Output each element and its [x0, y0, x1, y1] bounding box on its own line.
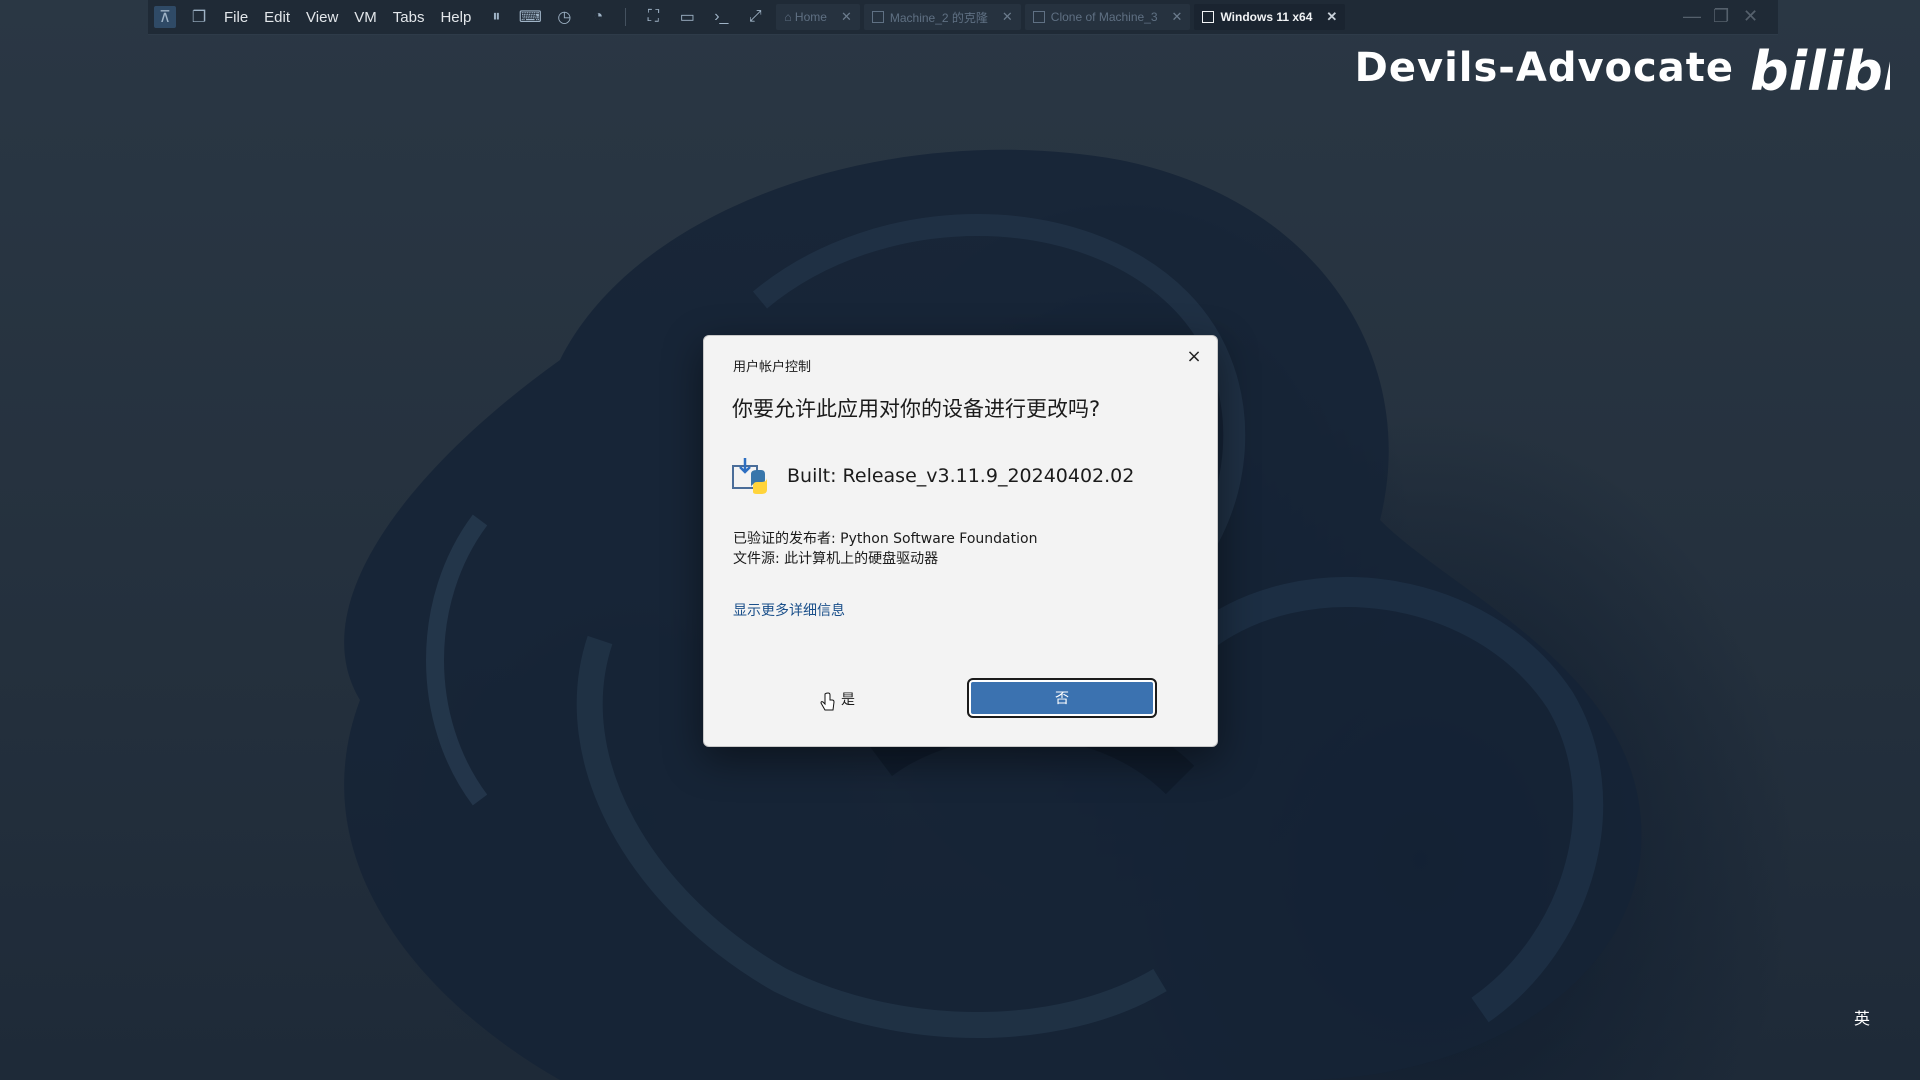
ime-indicator[interactable]: 英	[1854, 1005, 1870, 1029]
bilibili-logo: bilibili	[1750, 40, 1890, 100]
tab-close-icon[interactable]: ✕	[841, 9, 852, 25]
tab-label: Home	[794, 10, 827, 24]
svg-text:bilibili: bilibili	[1750, 40, 1890, 100]
tab-windows-11-x64[interactable]: Windows 11 x64 ✕	[1194, 4, 1346, 30]
installer-icon	[732, 458, 767, 494]
close-icon[interactable]: ×	[1181, 344, 1207, 370]
menu-tabs[interactable]: Tabs	[393, 9, 425, 26]
channel-watermark: Devils-Advocate bilibili	[1355, 36, 1890, 100]
yes-button[interactable]: 是	[734, 680, 940, 718]
menu-vm[interactable]: VM	[354, 9, 377, 26]
yes-button-label: 是	[841, 691, 855, 707]
send-keys-icon[interactable]: ⌨	[519, 6, 542, 28]
tab-clone-of-machine-3[interactable]: Clone of Machine_3 ✕	[1024, 4, 1191, 30]
menu-view[interactable]: View	[306, 9, 338, 26]
no-button[interactable]: 否	[967, 678, 1157, 718]
watermark-text: Devils-Advocate	[1354, 45, 1734, 91]
snapshot-manager-icon[interactable]: ◔	[587, 6, 609, 28]
dialog-header: 用户帐户控制	[733, 360, 812, 375]
tab-label: Windows 11 x64	[1220, 10, 1313, 24]
pin-icon[interactable]: ⊼	[154, 6, 176, 28]
tab-close-icon[interactable]: ✕	[1172, 9, 1183, 25]
toolbar-divider	[625, 8, 627, 26]
fullscreen-icon[interactable]: ⛶	[642, 6, 664, 28]
tab-home[interactable]: ⌂ Home ✕	[776, 4, 860, 30]
uac-dialog: × 用户帐户控制 你要允许此应用对你的设备进行更改吗? Built: Relea…	[703, 335, 1218, 747]
library-icon[interactable]: ❐	[188, 6, 210, 28]
hand-cursor-icon	[820, 692, 835, 711]
vm-tab-icon	[871, 11, 884, 23]
tab-label: Machine_2 的克隆	[889, 10, 988, 25]
publisher-line: 已验证的发布者: Python Software Foundation	[733, 531, 1038, 547]
dialog-question: 你要允许此应用对你的设备进行更改吗?	[732, 397, 1101, 421]
file-origin-line: 文件源: 此计算机上的硬盘驱动器	[733, 551, 939, 567]
unity-icon[interactable]: ▭	[676, 6, 698, 28]
snapshot-icon[interactable]: ◷	[553, 6, 575, 28]
show-details-link[interactable]: 显示更多详细信息	[733, 600, 845, 620]
power-control-icon[interactable]: ⏸	[485, 6, 507, 28]
tab-close-icon[interactable]: ✕	[1002, 9, 1013, 25]
vm-tab-icon	[1202, 11, 1215, 23]
vm-tab-icon	[1032, 11, 1045, 23]
vmware-toolbar: ⊼ ❐ File Edit View VM Tabs Help ⏸ ⌨ ◷ ◔ …	[148, 0, 1778, 35]
window-close-icon[interactable]: ✕	[1743, 6, 1758, 27]
app-name: Built: Release_v3.11.9_20240402.02	[787, 465, 1135, 487]
home-icon: ⌂	[784, 10, 795, 24]
app-info-row: Built: Release_v3.11.9_20240402.02	[731, 456, 1134, 496]
menu-file[interactable]: File	[224, 9, 248, 26]
console-icon[interactable]: ›_	[710, 6, 732, 28]
stretch-icon[interactable]: ⤢	[744, 6, 766, 28]
tab-close-icon[interactable]: ✕	[1326, 9, 1337, 25]
menu-edit[interactable]: Edit	[264, 9, 290, 26]
minimize-icon[interactable]: —	[1683, 6, 1701, 27]
tab-machine-2-clone[interactable]: Machine_2 的克隆 ✕	[863, 4, 1021, 30]
menu-help[interactable]: Help	[440, 9, 471, 26]
tab-label: Clone of Machine_3	[1050, 10, 1158, 24]
restore-icon[interactable]: ❐	[1713, 6, 1729, 27]
